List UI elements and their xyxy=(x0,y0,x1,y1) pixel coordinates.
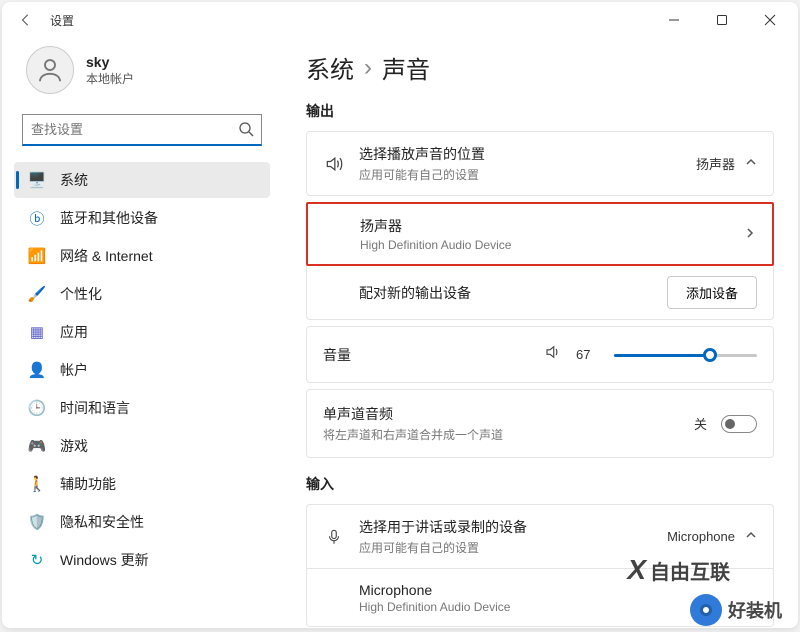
pair-device-row: 配对新的输出设备 添加设备 xyxy=(306,266,774,320)
minimize-button[interactable] xyxy=(654,4,694,36)
nav-label: 个性化 xyxy=(60,284,102,304)
search-input[interactable] xyxy=(22,114,262,146)
breadcrumb: 系统 › 声音 xyxy=(306,50,774,85)
output-select-title: 选择播放声音的位置 xyxy=(359,144,682,164)
user-account-type: 本地帐户 xyxy=(86,70,134,87)
mono-toggle[interactable] xyxy=(721,415,757,433)
breadcrumb-separator: › xyxy=(364,54,372,82)
nav-label: 帐户 xyxy=(60,360,88,380)
search-icon xyxy=(238,121,254,142)
chevron-up-icon xyxy=(745,156,757,171)
nav-item-9[interactable]: 🛡️ 隐私和安全性 xyxy=(14,504,270,540)
nav-icon: 🎮 xyxy=(28,437,46,455)
volume-slider[interactable] xyxy=(614,345,757,365)
nav-icon: ▦ xyxy=(28,323,46,341)
back-button[interactable] xyxy=(10,4,42,36)
nav-icon: 🚶 xyxy=(28,475,46,493)
nav-label: 系统 xyxy=(60,170,88,190)
microphone-device-row[interactable]: Microphone High Definition Audio Device xyxy=(307,568,773,626)
input-device-selector[interactable]: 选择用于讲话或录制的设备 应用可能有自己的设置 Microphone xyxy=(307,505,773,568)
mono-sub: 将左声道和右声道合并成一个声道 xyxy=(323,426,680,443)
avatar-icon xyxy=(26,46,74,94)
nav-label: 游戏 xyxy=(60,436,88,456)
mic-sub: High Definition Audio Device xyxy=(359,600,757,614)
nav-item-10[interactable]: ↻ Windows 更新 xyxy=(14,542,270,578)
nav-icon: 📶 xyxy=(28,247,46,265)
speaker-device-row[interactable]: 扬声器 High Definition Audio Device xyxy=(308,204,772,264)
breadcrumb-root[interactable]: 系统 xyxy=(306,50,354,85)
nav-item-7[interactable]: 🎮 游戏 xyxy=(14,428,270,464)
add-device-button[interactable]: 添加设备 xyxy=(667,276,757,309)
nav-icon: ↻ xyxy=(28,551,46,569)
volume-speaker-icon[interactable] xyxy=(544,343,562,366)
pair-label: 配对新的输出设备 xyxy=(359,283,653,303)
maximize-button[interactable] xyxy=(702,4,742,36)
volume-card: 音量 67 xyxy=(306,326,774,383)
nav-item-4[interactable]: ▦ 应用 xyxy=(14,314,270,350)
user-name: sky xyxy=(86,54,134,70)
breadcrumb-leaf: 声音 xyxy=(382,50,430,85)
mono-title: 单声道音频 xyxy=(323,404,680,424)
nav-label: 网络 & Internet xyxy=(60,246,153,266)
close-button[interactable] xyxy=(750,4,790,36)
nav-label: 辅助功能 xyxy=(60,474,116,494)
nav-icon: 🖌️ xyxy=(28,285,46,303)
input-current-device: Microphone xyxy=(667,529,735,544)
input-select-sub: 应用可能有自己的设置 xyxy=(359,539,653,556)
output-device-selector[interactable]: 选择播放声音的位置 应用可能有自己的设置 扬声器 xyxy=(307,132,773,195)
volume-label: 音量 xyxy=(323,345,373,365)
nav-icon: 🛡️ xyxy=(28,513,46,531)
nav-item-0[interactable]: 🖥️ 系统 xyxy=(14,162,270,198)
nav-item-1[interactable]: ⓑ 蓝牙和其他设备 xyxy=(14,200,270,236)
nav-item-3[interactable]: 🖌️ 个性化 xyxy=(14,276,270,312)
mono-audio-card[interactable]: 单声道音频 将左声道和右声道合并成一个声道 关 xyxy=(306,389,774,458)
nav-item-8[interactable]: 🚶 辅助功能 xyxy=(14,466,270,502)
speaker-title: 扬声器 xyxy=(360,216,730,236)
chevron-up-icon xyxy=(745,529,757,544)
search-container xyxy=(22,114,262,146)
nav-icon: 👤 xyxy=(28,361,46,379)
user-profile[interactable]: sky 本地帐户 xyxy=(14,38,270,110)
output-section-label: 输出 xyxy=(306,101,774,121)
mono-state: 关 xyxy=(694,414,707,433)
nav-icon: 🕒 xyxy=(28,399,46,417)
microphone-icon xyxy=(323,528,345,546)
nav-item-5[interactable]: 👤 帐户 xyxy=(14,352,270,388)
window-title: 设置 xyxy=(50,12,74,29)
chevron-right-icon xyxy=(744,227,756,242)
speaker-sub: High Definition Audio Device xyxy=(360,238,730,252)
nav-icon: ⓑ xyxy=(28,209,46,227)
input-select-title: 选择用于讲话或录制的设备 xyxy=(359,517,653,537)
input-section-label: 输入 xyxy=(306,474,774,494)
output-current-device: 扬声器 xyxy=(696,154,735,173)
nav-label: 应用 xyxy=(60,322,88,342)
nav-label: 蓝牙和其他设备 xyxy=(60,208,158,228)
mic-title: Microphone xyxy=(359,582,757,598)
nav-item-6[interactable]: 🕒 时间和语言 xyxy=(14,390,270,426)
volume-value: 67 xyxy=(576,347,600,362)
nav-label: Windows 更新 xyxy=(60,550,149,570)
speaker-icon xyxy=(323,154,345,174)
nav-label: 时间和语言 xyxy=(60,398,130,418)
nav-icon: 🖥️ xyxy=(28,171,46,189)
nav-label: 隐私和安全性 xyxy=(60,512,144,532)
output-select-sub: 应用可能有自己的设置 xyxy=(359,166,682,183)
nav-item-2[interactable]: 📶 网络 & Internet xyxy=(14,238,270,274)
